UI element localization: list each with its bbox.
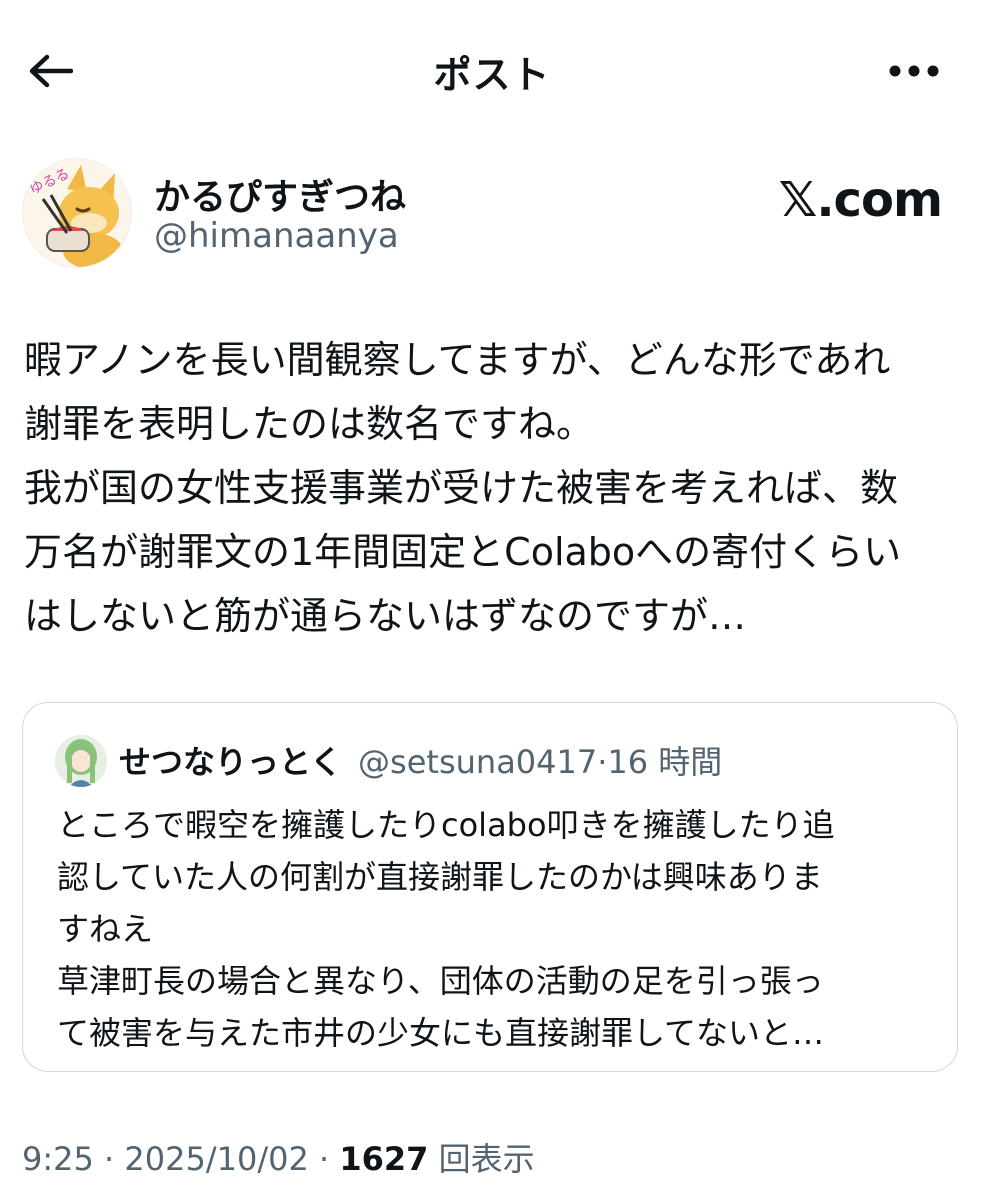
meta-separator: ·	[93, 1140, 125, 1178]
avatar[interactable]: ゆるる	[22, 158, 132, 268]
post-body-line: はしないと筋が通らないはずなのですが…	[24, 594, 747, 638]
page-title: ポスト	[433, 53, 551, 97]
quoted-body-line: て被害を与えた市井の少女にも直接謝罪してないと…	[57, 1014, 825, 1052]
post-body-line: 我が国の女性支援事業が受けた被害を考えれば、数	[24, 466, 899, 510]
author-handle[interactable]: @himanaanya	[154, 216, 399, 256]
post-body-line: 万名が謝罪文の1年間固定とColaboへの寄付くらい	[24, 530, 902, 574]
quoted-handle: @setsuna0417	[358, 743, 598, 781]
quoted-post[interactable]: せつなりっとく @setsuna0417·16 時間 ところで暇空を擁護したりco…	[22, 702, 958, 1072]
fox-avatar-icon: ゆるる	[23, 159, 131, 267]
quoted-body: ところで暇空を擁護したりcolabo叩きを擁護したり追 認していた人の何割が直接…	[57, 799, 937, 1059]
top-bar: ポスト	[0, 0, 984, 140]
author-display-name[interactable]: かるぴすぎつね	[154, 168, 406, 220]
quoted-display-name: せつなりっとく	[119, 743, 343, 781]
quoted-separator: ·	[597, 743, 608, 781]
quoted-header: せつなりっとく @setsuna0417·16 時間	[119, 739, 722, 785]
quoted-body-line: ところで暇空を擁護したりcolabo叩きを擁護したり追	[57, 806, 835, 844]
quoted-avatar	[55, 735, 107, 787]
view-count-label: 回表示	[428, 1140, 535, 1178]
post-time: 9:25	[22, 1140, 94, 1178]
quoted-timestamp: 16 時間	[607, 743, 723, 781]
post-body-line: 謝罪を表明したのは数名ですね。	[24, 402, 595, 446]
more-horizontal-icon	[889, 65, 939, 77]
view-count: 1627	[339, 1140, 429, 1178]
post-body: 暇アノンを長い間観察してますが、どんな形であれ 謝罪を表明したのは数名ですね。 …	[24, 328, 964, 648]
post-author: ゆるる かるぴすぎつね @himanaanya 𝕏.com	[22, 158, 962, 268]
quoted-body-line: 認していた人の何割が直接謝罪したのかは興味ありま	[57, 858, 823, 896]
post-date: 2025/10/02	[124, 1140, 309, 1178]
quoted-body-line: すねえ	[57, 910, 154, 948]
anime-avatar-icon	[55, 735, 107, 787]
quoted-body-line: 草津町長の場合と異なり、団体の活動の足を引っ張っ	[57, 962, 824, 1000]
post-body-line: 暇アノンを長い間観察してますが、どんな形であれ	[24, 338, 891, 382]
source-label: 𝕏.com	[778, 172, 943, 228]
post-meta: 9:25 · 2025/10/02 · 1627 回表示	[22, 1134, 535, 1180]
meta-separator: ·	[308, 1140, 340, 1178]
more-button[interactable]	[876, 48, 952, 94]
